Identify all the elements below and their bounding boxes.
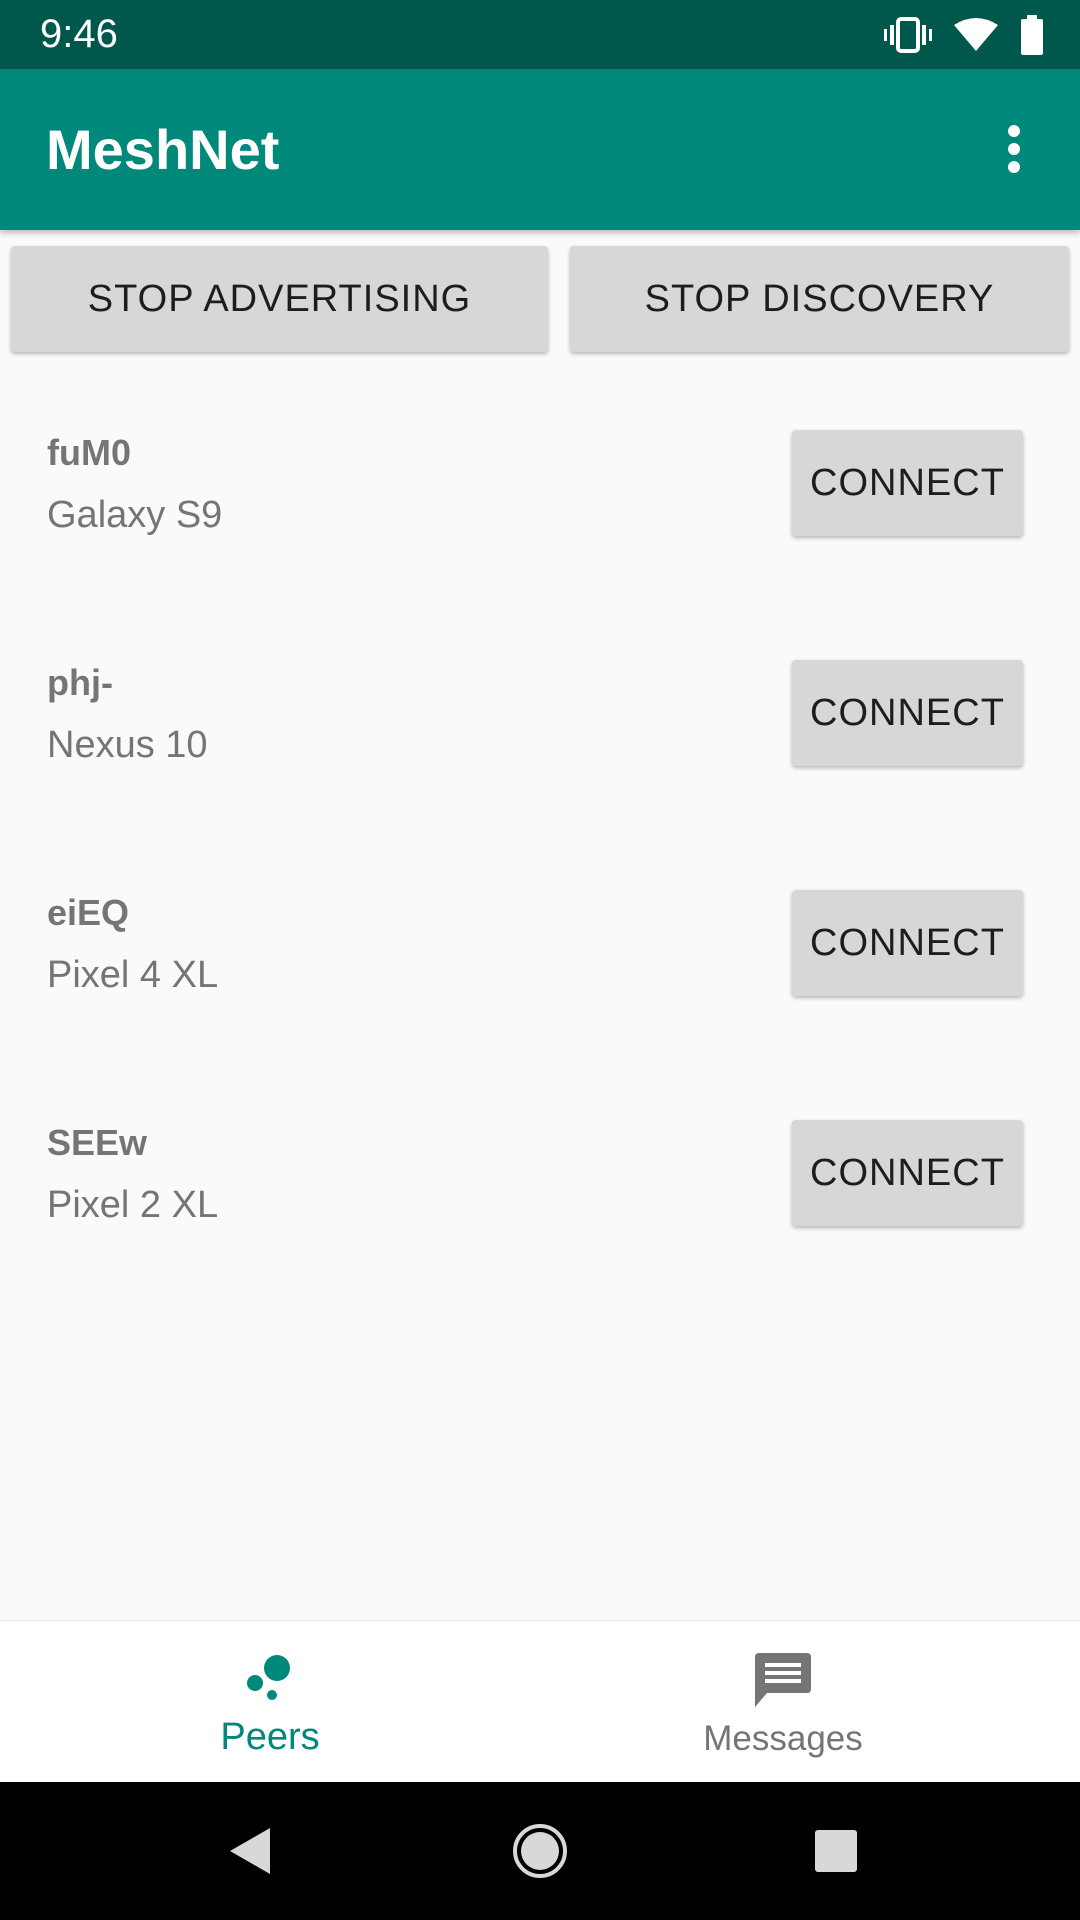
action-buttons: STOP ADVERTISING STOP DISCOVERY — [0, 246, 1080, 352]
list-item: fuM0 Galaxy S9 CONNECT — [0, 410, 1080, 610]
list-item: eiEQ Pixel 4 XL CONNECT — [0, 870, 1080, 1070]
status-icons — [884, 0, 1044, 69]
back-icon[interactable] — [200, 1782, 300, 1920]
peer-name: eiEQ — [47, 892, 130, 933]
wifi-icon — [954, 17, 998, 53]
status-time: 9:46 — [40, 12, 118, 56]
stop-discovery-button[interactable]: STOP DISCOVERY — [570, 246, 1069, 352]
bottom-navigation: Peers Messages — [0, 1620, 1080, 1782]
stop-advertising-button[interactable]: STOP ADVERTISING — [11, 246, 548, 352]
peer-name: SEEw — [47, 1122, 148, 1163]
recent-apps-icon[interactable] — [786, 1782, 886, 1920]
peer-device: Galaxy S9 — [47, 494, 223, 536]
home-icon[interactable] — [490, 1782, 590, 1920]
peer-device: Pixel 4 XL — [47, 954, 219, 996]
peer-name: fuM0 — [47, 432, 131, 473]
battery-icon — [1020, 14, 1044, 55]
peers-icon — [245, 1651, 295, 1711]
peer-name: phj- — [47, 662, 113, 703]
connect-button[interactable]: CONNECT — [792, 430, 1023, 536]
connect-button[interactable]: CONNECT — [792, 890, 1023, 996]
system-navigation-bar — [0, 1782, 1080, 1920]
nav-item-messages[interactable]: Messages — [486, 1621, 1080, 1783]
vibrate-icon — [884, 15, 932, 55]
list-item: SEEw Pixel 2 XL CONNECT — [0, 1100, 1080, 1300]
app-bar: MeshNet — [0, 69, 1080, 230]
message-icon — [753, 1651, 813, 1711]
nav-label-messages: Messages — [703, 1719, 863, 1758]
nav-label-peers: Peers — [220, 1716, 320, 1758]
app-title: MeshNet — [46, 118, 280, 181]
status-bar: 9:46 — [0, 0, 1080, 69]
connect-button[interactable]: CONNECT — [792, 1120, 1023, 1226]
peer-device: Pixel 2 XL — [47, 1184, 219, 1226]
nav-item-peers[interactable]: Peers — [0, 1621, 540, 1783]
list-item: phj- Nexus 10 CONNECT — [0, 640, 1080, 840]
more-vert-icon[interactable] — [974, 109, 1054, 189]
connect-button[interactable]: CONNECT — [792, 660, 1023, 766]
peer-device: Nexus 10 — [47, 724, 208, 766]
